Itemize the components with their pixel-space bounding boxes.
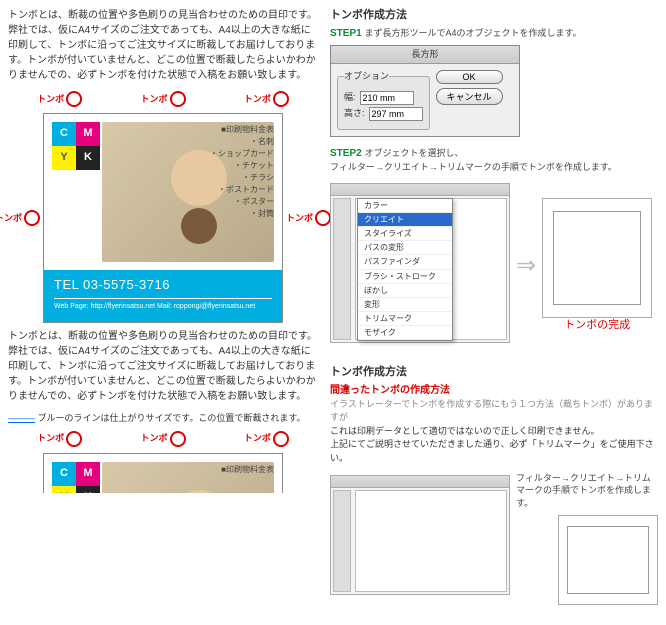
dialog-options-group: オプション 幅: 高さ:	[337, 70, 430, 130]
ok-button[interactable]: OK	[436, 70, 503, 84]
cmyk-logo: C M Y K	[52, 122, 100, 170]
illustrator-screenshot-2	[330, 475, 510, 595]
cancel-button[interactable]: キャンセル	[436, 88, 503, 105]
filter-menu-dropdown[interactable]: カラー クリエイト スタイライズ パスの変形 パスファインダ ブラシ・ストローク…	[357, 198, 453, 342]
result-preview-2	[558, 515, 658, 605]
tonbo-bottom-row: トンボ トンボ トンボ	[8, 431, 318, 447]
intro-text: トンボとは、断裁の位置や多色刷りの見当合わせのための目印です。弊社では、仮にA4…	[8, 8, 318, 83]
sample-card-cropped: C M Y K ■印刷物料金表	[23, 453, 303, 493]
alt-method-title: トンボ作成方法	[330, 365, 658, 380]
dialog-title: 長方形	[331, 46, 519, 64]
sample-card-area: トンボ トンボ C M Y K ■印刷物料金表 ・名刺 ・ショップカード ・チケ…	[23, 113, 303, 323]
rectangle-dialog: 長方形 オプション 幅: 高さ: OK キャンセル	[330, 45, 520, 136]
width-label: 幅:	[344, 91, 356, 104]
arrow-icon: ⇒	[516, 249, 536, 283]
width-input[interactable]	[360, 91, 414, 105]
wrong-method-heading: 間違ったトンボの作成方法	[330, 384, 658, 398]
tonbo-circle-icon	[273, 431, 289, 447]
tonbo-circle-icon	[66, 91, 82, 107]
tonbo-circle-icon	[170, 431, 186, 447]
illustrator-screenshot: カラー クリエイト スタイライズ パスの変形 パスファインダ ブラシ・ストローク…	[330, 183, 510, 343]
blue-line-note: ——— ブルーのラインは仕上がりサイズです。この位置で断裁されます。	[8, 412, 318, 425]
overlay-text-block: イラストレーターでトンボを作成する際にもう１つ方法（裁ちトンボ）がありますが こ…	[330, 398, 658, 466]
alt-step2-text: フィルター→クリエイト→トリムマークの手順でトンボを作成します。	[516, 472, 658, 510]
height-label: 高さ:	[344, 107, 365, 120]
card-side-list: ■印刷物料金表 ・名刺 ・ショップカード ・チケット ・チラシ ・ポストカード …	[210, 124, 274, 220]
result-label: トンボの完成	[542, 318, 652, 333]
tonbo-method-title: トンボ作成方法	[330, 8, 658, 23]
tonbo-top-row: トンボ トンボ トンボ	[8, 91, 318, 107]
step2-line: STEP2 オブジェクトを選択し、 フィルター→クリエイト→トリムマークの手順で…	[330, 147, 658, 175]
height-input[interactable]	[369, 107, 423, 121]
tonbo-circle-icon	[273, 91, 289, 107]
intro-text-repeat: トンボとは、断裁の位置や多色刷りの見当合わせのための目印です。弊社では、仮にA4…	[8, 329, 318, 404]
tonbo-circle-icon	[315, 210, 331, 226]
tonbo-circle-icon	[24, 210, 40, 226]
card-footer: TEL 03-5575-3716 Web Page: http://flyeri…	[44, 270, 282, 322]
sample-card: C M Y K ■印刷物料金表 ・名刺 ・ショップカード ・チケット ・チラシ …	[43, 113, 283, 323]
tonbo-circle-icon	[170, 91, 186, 107]
step1-line: STEP1 まず長方形ツールでA4のオブジェクトを作成します。	[330, 27, 658, 41]
tonbo-circle-icon	[66, 431, 82, 447]
result-preview	[542, 198, 652, 318]
